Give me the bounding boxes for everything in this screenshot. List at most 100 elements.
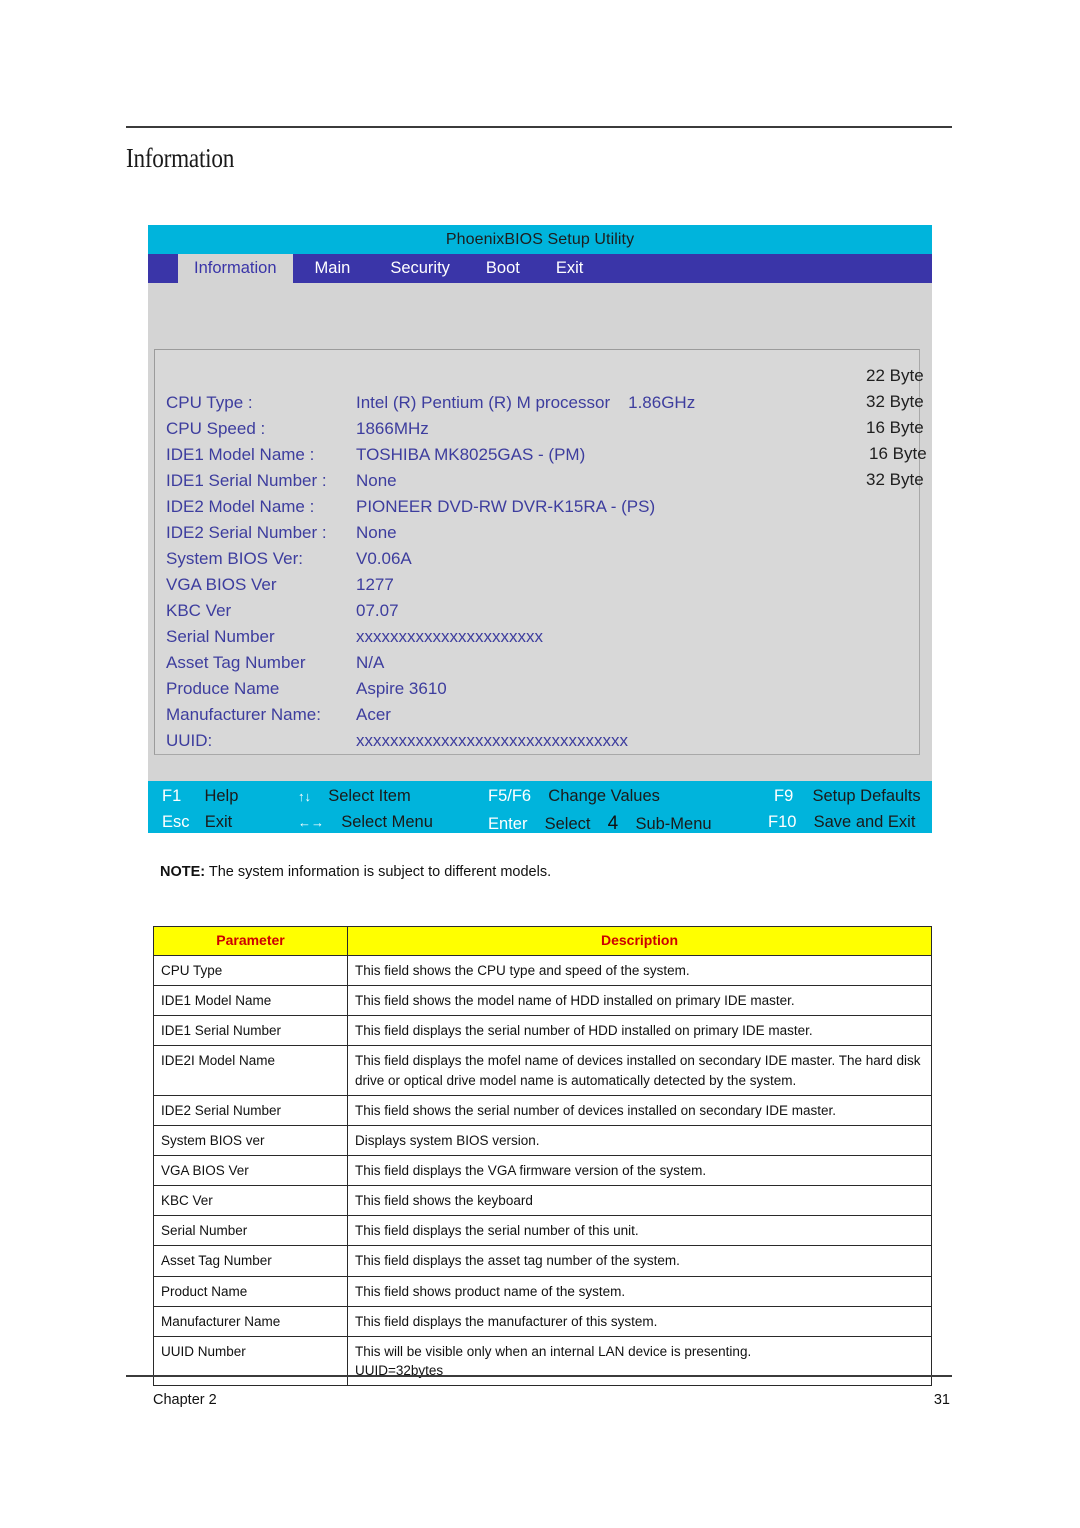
table-cell-parameter: Product Name xyxy=(153,1275,348,1307)
table-row: Serial Number This field displays the ser… xyxy=(153,1215,932,1247)
table-row: IDE1 Serial Number This field displays th… xyxy=(153,1015,932,1047)
table-cell-description: This field shows the keyboard xyxy=(347,1185,932,1217)
table-cell-parameter: IDE2 Serial Number xyxy=(153,1094,348,1126)
field-label: IDE1 Serial Number : xyxy=(166,471,327,490)
fkey-leftright-select-menu[interactable]: ←→ Select Menu xyxy=(298,813,433,832)
column-header-parameter: Parameter xyxy=(153,926,348,956)
fkey-desc: Select Menu xyxy=(341,813,433,831)
bios-field-ide1-serial-number[interactable]: IDE1 Serial Number : None xyxy=(166,471,906,497)
fkey-esc-exit[interactable]: Esc Exit xyxy=(162,813,232,832)
byte-note: 32 Byte xyxy=(866,470,924,489)
fkey-key: F9 xyxy=(774,787,794,805)
document-page: Information PhoenixBIOS Setup Utility In… xyxy=(0,0,1080,1528)
field-label: Asset Tag Number xyxy=(166,653,306,672)
bios-function-key-bar: F1 Help ↑↓ Select Item F5/F6 Change Valu… xyxy=(148,781,932,834)
submenu-arrow-icon: 4 xyxy=(607,813,619,834)
fkey-desc: Exit xyxy=(204,813,233,831)
field-value: Aspire 3610 xyxy=(356,679,447,698)
bios-utility-title: PhoenixBIOS Setup Utility xyxy=(148,225,932,254)
table-row: Manufacturer Name This field displays the… xyxy=(153,1305,932,1337)
table-cell-description: This field displays the serial number of… xyxy=(347,1215,932,1247)
bios-setup-window: PhoenixBIOS Setup Utility Information Ma… xyxy=(148,225,932,834)
field-label: IDE2 Serial Number : xyxy=(166,523,327,542)
table-cell-parameter: UUID Number xyxy=(153,1335,348,1387)
fkey-f9-setup-defaults[interactable]: F9 Setup Defaults xyxy=(774,787,921,806)
table-cell-description: This will be visible only when an intern… xyxy=(347,1335,932,1387)
fkey-key: F1 xyxy=(162,787,182,805)
table-cell-description: This field shows the serial number of de… xyxy=(347,1094,932,1126)
function-key-row-1: F1 Help ↑↓ Select Item F5/F6 Change Valu… xyxy=(148,785,932,811)
field-label: Manufacturer Name: xyxy=(166,705,321,724)
field-value: xxxxxxxxxxxxxxxxxxxxxx xyxy=(356,627,543,646)
table-row: VGA BIOS Ver This field displays the VGA … xyxy=(153,1154,932,1187)
table-cell-description: This field displays the manufacturer of … xyxy=(347,1305,932,1337)
table-row: Product Name This field shows product nam… xyxy=(153,1275,932,1307)
header-rule xyxy=(126,126,952,128)
fkey-f10-save-and-exit[interactable]: F10 Save and Exit xyxy=(768,813,915,832)
bios-field-kbc-ver[interactable]: KBC Ver 07.07 xyxy=(166,601,906,627)
bios-field-uuid[interactable]: UUID: xxxxxxxxxxxxxxxxxxxxxxxxxxxxxxxx xyxy=(166,731,906,757)
table-cell-parameter: KBC Ver xyxy=(153,1185,348,1217)
fkey-enter-select-submenu[interactable]: Enter Select 4 Sub-Menu xyxy=(488,813,712,835)
bios-field-cpu-type[interactable]: CPU Type : Intel (R) Pentium (R) M proce… xyxy=(166,393,906,419)
fkey-updown-select-item[interactable]: ↑↓ Select Item xyxy=(298,787,411,806)
table-cell-description: This field displays the VGA firmware ver… xyxy=(347,1154,932,1187)
table-cell-parameter: IDE1 Model Name xyxy=(153,985,348,1017)
function-key-row-2: Esc Exit ←→ Select Menu Enter Select 4 S… xyxy=(148,811,932,837)
field-label: UUID: xyxy=(166,731,213,750)
field-label: KBC Ver xyxy=(166,601,232,620)
table-cell-parameter: Serial Number xyxy=(153,1215,348,1247)
bios-field-asset-tag-number[interactable]: Asset Tag Number N/A xyxy=(166,653,906,679)
fkey-f1-help[interactable]: F1 Help xyxy=(162,787,238,806)
byte-note: 22 Byte xyxy=(866,366,924,385)
tab-exit[interactable]: Exit xyxy=(538,254,602,283)
fkey-desc: Save and Exit xyxy=(813,813,916,831)
table-row: KBC Ver This field shows the keyboard xyxy=(153,1185,932,1217)
bios-field-produce-name[interactable]: Produce Name Aspire 3610 xyxy=(166,679,906,705)
fkey-desc: Setup Defaults xyxy=(812,787,921,805)
field-value: 1277 xyxy=(356,575,394,594)
fkey-desc: Select xyxy=(544,815,591,833)
table-cell-description: This field displays the asset tag number… xyxy=(347,1245,932,1277)
tab-security[interactable]: Security xyxy=(372,254,468,283)
bios-field-vga-bios-ver[interactable]: VGA BIOS Ver 1277 xyxy=(166,575,906,601)
left-right-arrow-icon: ←→ xyxy=(298,815,324,830)
table-cell-parameter: VGA BIOS Ver xyxy=(153,1154,348,1187)
bios-field-serial-number[interactable]: Serial Number xxxxxxxxxxxxxxxxxxxxxx xyxy=(166,627,906,653)
page-title: Information xyxy=(126,143,235,173)
table-cell-description: This field shows the CPU type and speed … xyxy=(347,954,932,987)
bios-field-cpu-speed[interactable]: CPU Speed : 1866MHz xyxy=(166,419,906,445)
field-label: System BIOS Ver: xyxy=(166,549,303,568)
byte-note: 16 Byte xyxy=(869,444,927,463)
field-value: 1866MHz xyxy=(356,419,429,438)
table-row: IDE2 Serial Number This field shows the s… xyxy=(153,1094,932,1126)
field-label: IDE2 Model Name : xyxy=(166,497,315,516)
parameter-description-table: Parameter Description CPU Type This field… xyxy=(153,926,932,1387)
table-header-row: Parameter Description xyxy=(153,926,932,956)
field-label: CPU Speed : xyxy=(166,419,266,438)
footer-rule xyxy=(126,1375,952,1377)
field-label: IDE1 Model Name : xyxy=(166,445,315,464)
fkey-key: F5/F6 xyxy=(488,787,532,805)
fkey-desc: Select Item xyxy=(328,787,411,805)
table-cell-parameter: System BIOS ver xyxy=(153,1124,348,1156)
footer-chapter: Chapter 2 xyxy=(153,1392,217,1408)
tab-boot[interactable]: Boot xyxy=(468,254,538,283)
fkey-desc: Help xyxy=(204,787,239,805)
tab-main[interactable]: Main xyxy=(293,254,373,283)
table-row: CPU Type This field shows the CPU type an… xyxy=(153,954,932,987)
table-cell-parameter: IDE1 Serial Number xyxy=(153,1015,348,1047)
table-row: System BIOS ver Displays system BIOS vers… xyxy=(153,1124,932,1156)
bios-field-system-bios-ver[interactable]: System BIOS Ver: V0.06A xyxy=(166,549,906,575)
bios-field-ide2-model-name[interactable]: IDE2 Model Name : PIONEER DVD-RW DVR-K15… xyxy=(166,497,906,523)
bios-info-list: CPU Type : Intel (R) Pentium (R) M proce… xyxy=(166,366,927,757)
fkey-f5f6-change-values[interactable]: F5/F6 Change Values xyxy=(488,787,660,806)
bios-field-manufacturer-name[interactable]: Manufacturer Name: Acer xyxy=(166,705,906,731)
table-body: CPU Type This field shows the CPU type an… xyxy=(153,954,932,1387)
table-cell-description: This field shows product name of the sys… xyxy=(347,1275,932,1307)
bios-field-ide1-model-name[interactable]: IDE1 Model Name : TOSHIBA MK8025GAS - (P… xyxy=(166,445,906,471)
tab-information[interactable]: Information xyxy=(178,254,293,283)
field-value: V0.06A xyxy=(356,549,412,568)
field-value: N/A xyxy=(356,653,385,672)
bios-field-ide2-serial-number[interactable]: IDE2 Serial Number : None xyxy=(166,523,906,549)
